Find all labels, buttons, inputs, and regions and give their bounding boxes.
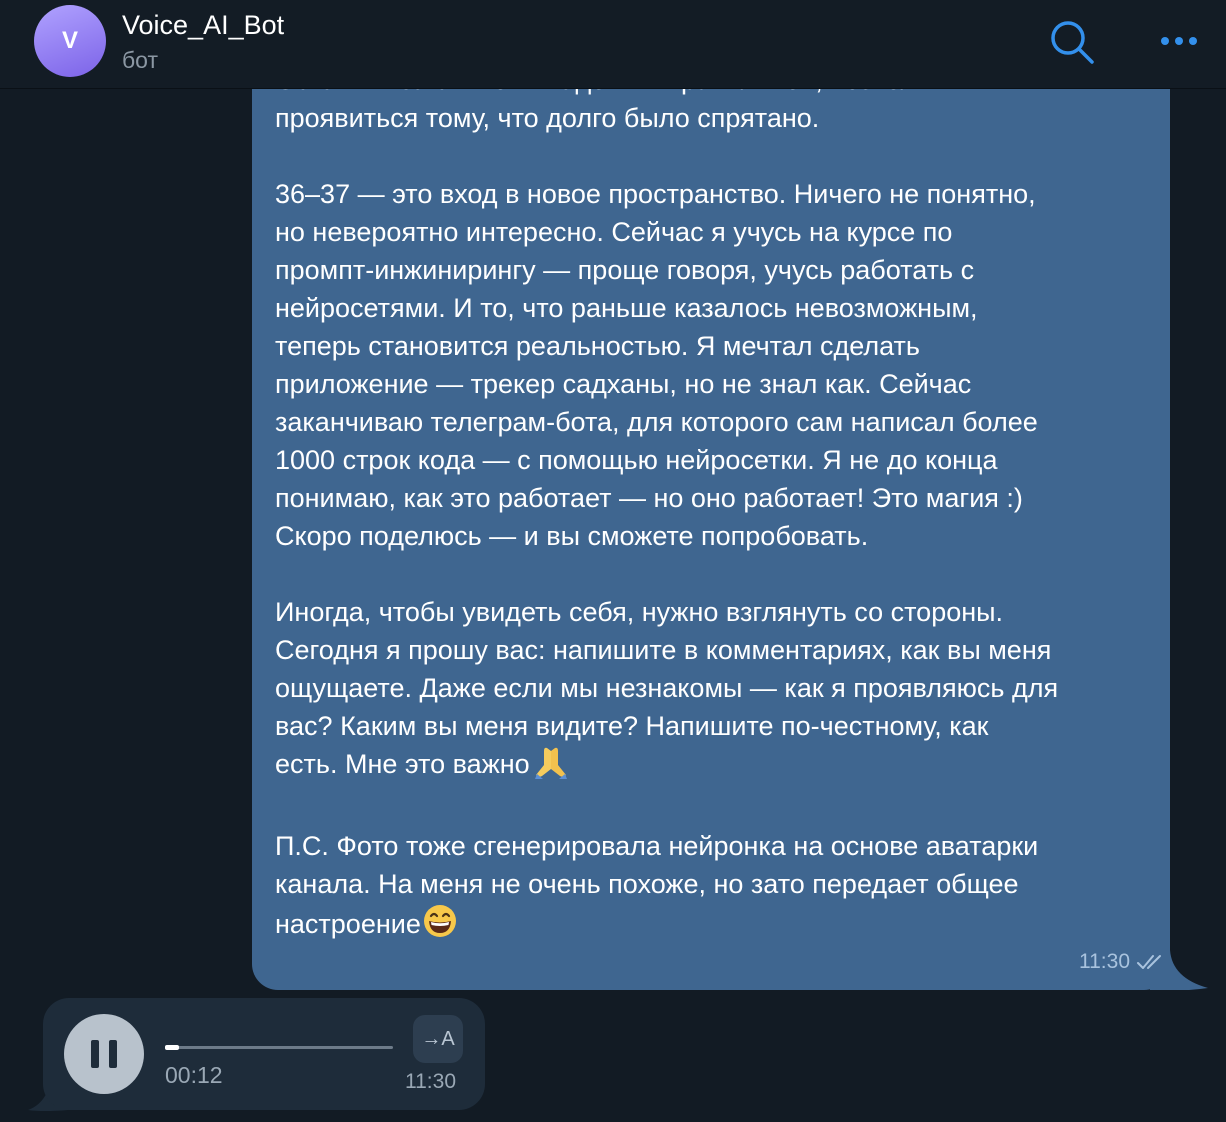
chat-header: V Voice_AI_Bot бот [0, 0, 1226, 89]
message-paragraph-4: П.С. Фото тоже сгенерировала нейронка на… [275, 827, 1175, 949]
message-time: 11:30 [1079, 950, 1130, 973]
voice-progress-fill [165, 1045, 179, 1050]
chat-subtitle: бот [122, 47, 158, 73]
voice-progress-track[interactable] [165, 1045, 393, 1050]
praying-hands-emoji [531, 745, 571, 789]
transcribe-button[interactable]: →A [413, 1015, 463, 1063]
search-icon [1051, 21, 1094, 64]
message-paragraph-4-text: П.С. Фото тоже сгенерировала нейронка на… [275, 831, 1039, 939]
voice-time: 11:30 [405, 1070, 456, 1093]
message-paragraph-3: Иногда, чтобы увидеть себя, нужно взглян… [275, 593, 1175, 789]
grinning-face-emoji [422, 903, 458, 949]
more-button[interactable] [1156, 22, 1202, 60]
message-paragraph-3-text: Иногда, чтобы увидеть себя, нужно взглян… [275, 597, 1059, 779]
transcribe-label: →A [421, 1027, 455, 1050]
avatar[interactable]: V [34, 5, 106, 77]
chat-title[interactable]: Voice_AI_Bot [122, 8, 284, 42]
more-dots-icon [1161, 37, 1197, 45]
search-button[interactable] [1048, 18, 1098, 68]
avatar-letter: V [61, 27, 78, 54]
message-paragraph-2: 36–37 — это вход в новое пространство. Н… [275, 179, 1038, 551]
message-meta: 11:30 [1079, 950, 1166, 974]
double-check-icon [1137, 955, 1161, 969]
message-text: Оставить за спиной «надо» и «правильно»,… [275, 61, 1175, 949]
pause-button[interactable] [64, 1014, 144, 1094]
voice-duration: 00:12 [165, 1062, 223, 1088]
chat-window: V Voice_AI_Bot бот Оставить за спиной «н… [0, 0, 1226, 1122]
